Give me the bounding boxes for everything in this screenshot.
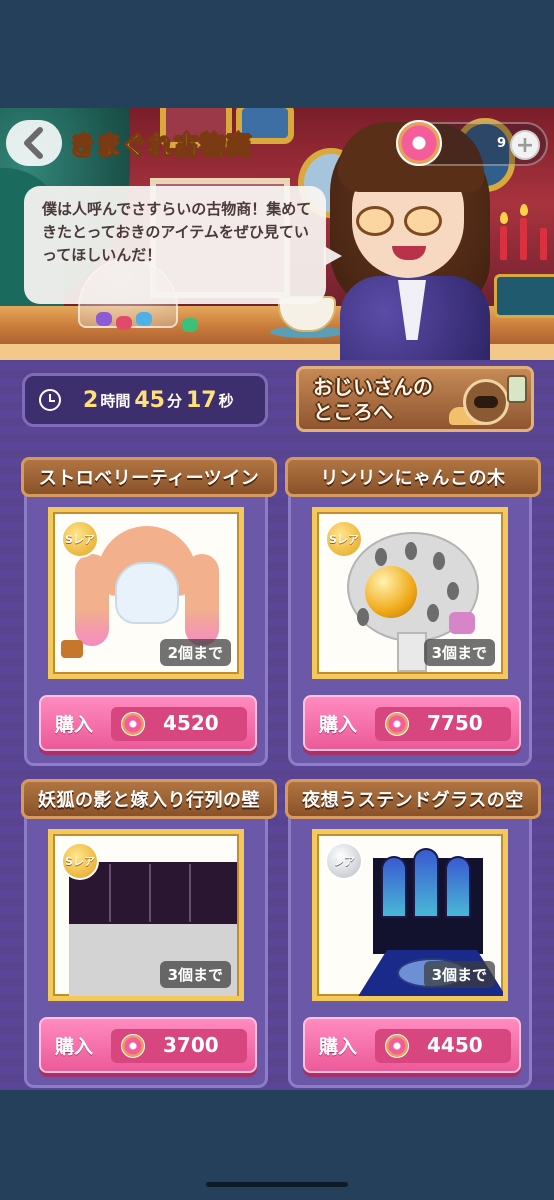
leaf: [427, 604, 439, 622]
item-name: 夜想うステンドグラスの空: [285, 779, 541, 819]
purchase-limit: 2個まで: [159, 639, 231, 666]
purchase-limit: 3個まで: [159, 961, 231, 988]
donut-icon: [121, 1034, 145, 1058]
timer-seconds-unit: 秒: [218, 391, 234, 410]
price-value: 4520: [163, 711, 219, 735]
donut-count: 9: [496, 136, 506, 151]
buy-label: 購入: [55, 713, 94, 736]
buy-button[interactable]: 購入 7750: [303, 695, 521, 751]
glasses-lens: [404, 206, 442, 236]
leaf: [405, 542, 417, 560]
buy-label: 購入: [319, 1035, 358, 1058]
item-name: ストロベリーティーツイン: [21, 457, 277, 497]
back-button[interactable]: [6, 120, 62, 166]
stained-glass-window: [381, 856, 407, 918]
item-preview[interactable]: Sレア 3個まで: [312, 507, 508, 679]
timer-hours-unit: 時間: [100, 391, 131, 410]
purchase-limit: 3個まで: [423, 961, 495, 988]
tree-trunk: [397, 632, 427, 672]
donut-icon: [385, 712, 409, 736]
shop-panel: 2 時間 45 分 17 秒 おじいさんの ところへ ストロベリーティーツイン …: [0, 360, 554, 1090]
buy-label: 購入: [55, 1035, 94, 1058]
status-bar-area: [0, 0, 554, 108]
buy-label: 購入: [319, 713, 358, 736]
rarity-badge: Sレア: [61, 520, 99, 558]
shop-item-card: 夜想うステンドグラスの空 レア 3個まで 購入 4450: [285, 779, 541, 1088]
rarity-badge: Sレア: [325, 520, 363, 558]
clock-icon: [39, 389, 61, 411]
grandpa-label-line1: おじいさんの: [313, 375, 433, 399]
countdown-timer: 2 時間 45 分 17 秒: [22, 373, 268, 427]
add-donut-button[interactable]: +: [510, 130, 540, 160]
price-box: 3700: [111, 1029, 247, 1063]
wall-panel-line: [149, 864, 151, 922]
speech-bubble: 僕は人呼んでさすらいの古物商！集めてきたとっておきのアイテムをぜひ見ていってほし…: [24, 186, 342, 304]
donut-icon: [121, 712, 145, 736]
wall-panel-line: [109, 864, 111, 922]
donut-currency: 9 +: [396, 120, 548, 166]
item-preview[interactable]: レア 3個まで: [312, 829, 508, 1001]
go-to-grandpa-button[interactable]: おじいさんの ところへ: [296, 366, 534, 432]
leaf: [447, 582, 459, 600]
plus-icon: +: [515, 132, 535, 158]
stained-glass-window: [413, 848, 439, 918]
timer-seconds: 17: [185, 387, 217, 413]
price-box: 4520: [111, 707, 247, 741]
bag-icon: [61, 640, 83, 658]
buy-button[interactable]: 購入 3700: [39, 1017, 257, 1073]
chevron-left-icon: [24, 127, 43, 159]
buy-button[interactable]: 購入 4520: [39, 695, 257, 751]
price-value: 3700: [163, 1033, 219, 1057]
item-name: リンリンにゃんこの木: [285, 457, 541, 497]
shop-item-card: 妖狐の影と嫁入り行列の壁 Sレア 3個まで 購入 3700: [21, 779, 277, 1088]
shop-item-card: ストロベリーティーツイン Sレア 2個まで 購入 4520: [21, 457, 277, 766]
wall-panel-line: [189, 864, 191, 922]
tanuki-icon: [463, 379, 509, 425]
rarity-badge: レア: [325, 842, 363, 880]
stained-glass-window: [445, 856, 471, 918]
leaf: [375, 548, 387, 566]
mannequin-head: [115, 562, 179, 624]
purchase-limit: 3個まで: [423, 639, 495, 666]
page-title: きまぐれ古物商: [69, 131, 253, 161]
leaf: [433, 552, 445, 570]
price-box: 4450: [375, 1029, 511, 1063]
item-preview[interactable]: Sレア 2個まで: [48, 507, 244, 679]
donut-icon: [396, 120, 442, 166]
shop-item-card: リンリンにゃんこの木 Sレア 3個まで 購入 7750: [285, 457, 541, 766]
price-value: 7750: [427, 711, 483, 735]
donut-icon: [385, 1034, 409, 1058]
item-name: 妖狐の影と嫁入り行列の壁: [21, 779, 277, 819]
price-box: 7750: [375, 707, 511, 741]
grandpa-label-line2: ところへ: [313, 400, 393, 424]
glasses-lens: [356, 206, 394, 236]
price-value: 4450: [427, 1033, 483, 1057]
leaf: [357, 608, 369, 626]
timer-hours: 2: [83, 387, 99, 413]
ribbon-decoration: [449, 612, 475, 634]
golden-orb: [365, 566, 417, 618]
tea-icon: [507, 375, 527, 403]
buy-button[interactable]: 購入 4450: [303, 1017, 521, 1073]
home-indicator[interactable]: [206, 1182, 348, 1187]
timer-minutes-unit: 分: [166, 391, 182, 410]
item-preview[interactable]: Sレア 3個まで: [48, 829, 244, 1001]
timer-minutes: 45: [134, 387, 165, 413]
speech-text: 僕は人呼んでさすらいの古物商！集めてきたとっておきのアイテムをぜひ見ていってほし…: [42, 200, 312, 264]
grandpa-button-label: おじいさんの ところへ: [313, 375, 433, 425]
rarity-badge: Sレア: [61, 842, 99, 880]
